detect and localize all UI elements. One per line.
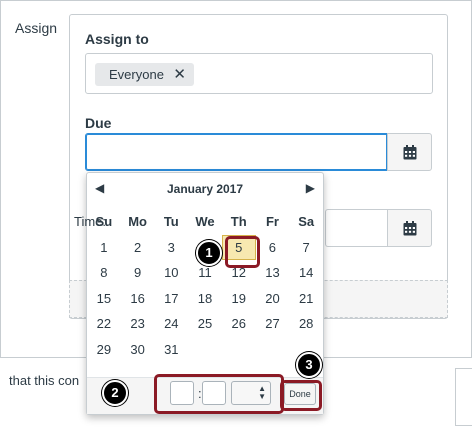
day-cell[interactable]: 16 xyxy=(121,286,155,312)
calendar-icon xyxy=(403,145,417,160)
weekday-label: Th xyxy=(230,214,247,229)
assign-token-label: Everyone xyxy=(109,67,164,82)
day-cell[interactable]: 15 xyxy=(87,286,121,312)
available-from-input[interactable] xyxy=(325,209,388,247)
week-row: 22 23 24 25 26 27 28 xyxy=(87,311,323,337)
day-cell xyxy=(256,337,290,363)
day-cell[interactable]: 1 xyxy=(87,235,121,261)
week-row: 29 30 31 xyxy=(87,337,323,363)
day-cell[interactable]: 10 xyxy=(154,260,188,286)
assign-token-everyone: Everyone ✕ xyxy=(95,63,194,86)
day-cell[interactable]: 14 xyxy=(289,260,323,286)
step-marker-3: 3 xyxy=(296,352,322,378)
week-row: 15 16 17 18 19 20 21 xyxy=(87,286,323,312)
available-calendar-button[interactable] xyxy=(387,209,432,247)
day-cell[interactable]: 26 xyxy=(222,311,256,337)
day-cell[interactable]: 24 xyxy=(154,311,188,337)
day-cell[interactable]: 8 xyxy=(87,260,121,286)
step-marker-1: 1 xyxy=(196,240,222,266)
day-cell[interactable]: 23 xyxy=(121,311,155,337)
due-calendar-button[interactable] xyxy=(387,133,432,171)
due-date-input[interactable] xyxy=(85,133,388,171)
day-cell[interactable]: 31 xyxy=(154,337,188,363)
day-cell[interactable]: 21 xyxy=(289,286,323,312)
day-cell[interactable]: 2 xyxy=(121,235,155,261)
day-cell[interactable]: 7 xyxy=(289,235,323,261)
time-label: Time: xyxy=(74,214,107,229)
bottom-partial-text: that this con xyxy=(9,373,80,388)
weekday-label: Sa xyxy=(298,214,315,229)
day-cell[interactable]: 28 xyxy=(289,311,323,337)
bottom-right-box xyxy=(455,368,472,426)
highlight-done-button xyxy=(280,380,322,411)
due-title: Due xyxy=(85,115,112,131)
day-cell[interactable]: 30 xyxy=(121,337,155,363)
remove-token-icon[interactable]: ✕ xyxy=(173,63,186,86)
day-cell[interactable]: 9 xyxy=(121,260,155,286)
weekday-label: Mo xyxy=(128,214,147,229)
weekday-row: Su Mo Tu We Th Fr Sa xyxy=(87,209,323,235)
highlight-time-fields xyxy=(154,374,284,414)
day-cell xyxy=(222,337,256,363)
highlight-selected-day xyxy=(225,236,260,268)
assign-to-field[interactable]: Everyone ✕ xyxy=(85,53,433,94)
day-cell[interactable]: 29 xyxy=(87,337,121,363)
day-cell[interactable]: 20 xyxy=(256,286,290,312)
day-cell xyxy=(188,337,222,363)
next-month-icon[interactable]: ▶ xyxy=(306,181,315,195)
assign-label: Assign xyxy=(15,20,58,36)
weekday-label: Fr xyxy=(265,214,279,229)
day-cell[interactable]: 6 xyxy=(256,235,290,261)
assign-to-title: Assign to xyxy=(85,31,149,47)
step-marker-2: 2 xyxy=(102,380,128,406)
day-cell[interactable]: 22 xyxy=(87,311,121,337)
weekday-label: Tu xyxy=(163,214,179,229)
day-cell[interactable]: 17 xyxy=(154,286,188,312)
month-title: January 2017 xyxy=(166,182,244,196)
day-cell[interactable]: 25 xyxy=(188,311,222,337)
day-cell[interactable]: 18 xyxy=(188,286,222,312)
weekday-label: We xyxy=(195,214,215,229)
day-cell[interactable]: 27 xyxy=(256,311,290,337)
day-cell[interactable]: 19 xyxy=(222,286,256,312)
datepicker-header: ◀ January 2017 ▶ xyxy=(87,173,323,203)
calendar-grid: Su Mo Tu We Th Fr Sa 1 2 3 4 5 6 7 8 9 1… xyxy=(87,209,323,362)
day-cell[interactable]: 13 xyxy=(256,260,290,286)
calendar-icon xyxy=(403,221,417,236)
day-cell[interactable]: 3 xyxy=(154,235,188,261)
